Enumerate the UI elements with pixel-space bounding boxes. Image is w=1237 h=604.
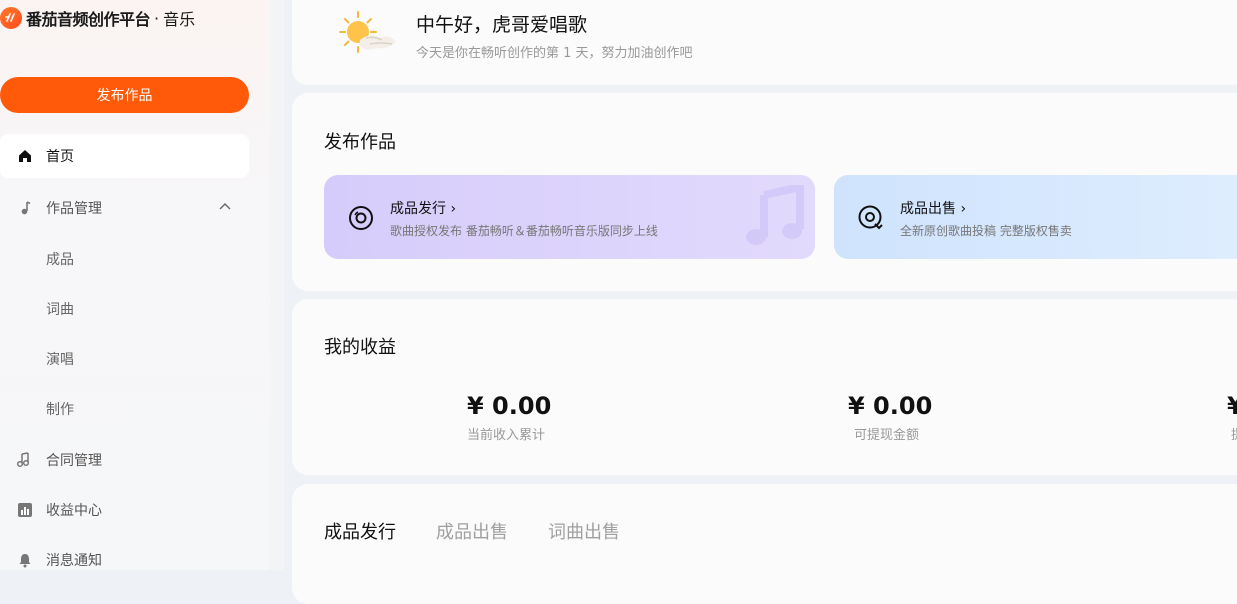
publish-section: 发布作品 成品发行 › 歌曲授权发布 番茄畅听＆番茄畅听音乐版同步上线 成品出售… (292, 93, 1237, 291)
tile-title: 成品发行 › (390, 201, 457, 217)
bar-chart-icon (16, 501, 34, 519)
contract-icon (16, 451, 34, 469)
music-note-decoration-icon (746, 185, 804, 245)
brand-section: 音乐 (163, 10, 196, 29)
works-tabs-card: 成品发行 成品出售 词曲出售 (292, 484, 1237, 604)
sidebar-item-home[interactable]: 首页 (0, 134, 249, 178)
sidebar-item-label: 收益中心 (46, 503, 102, 519)
sidebar-item-contracts[interactable]: 合同管理 (0, 438, 249, 482)
tab-release[interactable]: 成品发行 (324, 518, 396, 544)
sidebar-item-label: 合同管理 (46, 453, 102, 469)
sidebar-item-works[interactable]: 作品管理 (0, 186, 249, 230)
tab-lyrics-sale[interactable]: 词曲出售 (548, 518, 620, 544)
bell-icon (16, 551, 34, 569)
publish-sale-tile[interactable]: 成品出售 › 全新原创歌曲投稿 完整版权售卖 (834, 175, 1237, 259)
tile-description: 歌曲授权发布 番茄畅听＆番茄畅听音乐版同步上线 (390, 224, 658, 238)
sidebar: 番茄音频创作平台 · 音乐 发布作品 首页 作品管理 成品 词曲 演唱 制作 合… (0, 0, 270, 570)
sidebar-item-label: 消息通知 (46, 553, 102, 569)
sidebar-subitem-lyrics[interactable]: 词曲 (46, 300, 74, 320)
sidebar-divider (270, 0, 284, 570)
sidebar-subitem-production[interactable]: 制作 (46, 400, 74, 420)
withdrawable-label: 可提现金额 (854, 428, 920, 443)
sun-weather-icon (339, 11, 396, 53)
music-note-icon (16, 199, 34, 217)
tile-description: 全新原创歌曲投稿 完整版权售卖 (900, 224, 1072, 238)
tab-sale[interactable]: 成品出售 (436, 518, 508, 544)
tile-title: 成品出售 › (900, 201, 967, 217)
brand-separator: · (154, 8, 160, 28)
brand[interactable]: 番茄音频创作平台 · 音乐 (0, 4, 195, 32)
disc-icon (349, 206, 373, 230)
sidebar-subitem-vocals[interactable]: 演唱 (46, 350, 74, 370)
section-title: 我的收益 (324, 337, 396, 358)
brand-logo-icon (0, 7, 22, 29)
section-title: 发布作品 (324, 132, 396, 153)
third-label: 提 (1231, 424, 1237, 443)
sidebar-subitem-finished[interactable]: 成品 (46, 250, 74, 270)
sidebar-item-earnings[interactable]: 收益中心 (0, 488, 249, 532)
earnings-section: 我的收益 ¥ 0.00 当前收入累计 ¥ 0.00 可提现金额 ¥ 提 (292, 299, 1237, 475)
withdrawable-amount: ¥ 0.00 (848, 392, 933, 420)
publish-release-tile[interactable]: 成品发行 › 歌曲授权发布 番茄畅听＆番茄畅听音乐版同步上线 (324, 175, 815, 259)
brand-title: 番茄音频创作平台 (26, 10, 151, 29)
home-icon (16, 147, 34, 165)
sidebar-item-label: 首页 (46, 149, 74, 165)
total-income-label: 当前收入累计 (467, 428, 546, 443)
publish-button[interactable]: 发布作品 (0, 77, 249, 113)
chevron-up-icon[interactable] (218, 200, 232, 218)
third-amount: ¥ (1227, 392, 1237, 420)
greeting-card: 中午好，虎哥爱唱歌 今天是你在畅听创作的第 1 天，努力加油创作吧 (292, 0, 1237, 85)
greeting-subtitle: 今天是你在畅听创作的第 1 天，努力加油创作吧 (416, 46, 693, 61)
greeting-title: 中午好，虎哥爱唱歌 (416, 14, 588, 36)
total-income-amount: ¥ 0.00 (467, 392, 552, 420)
sidebar-item-notifications[interactable]: 消息通知 (0, 538, 249, 582)
disc-sell-icon (858, 205, 883, 230)
sidebar-item-label: 作品管理 (46, 201, 102, 217)
